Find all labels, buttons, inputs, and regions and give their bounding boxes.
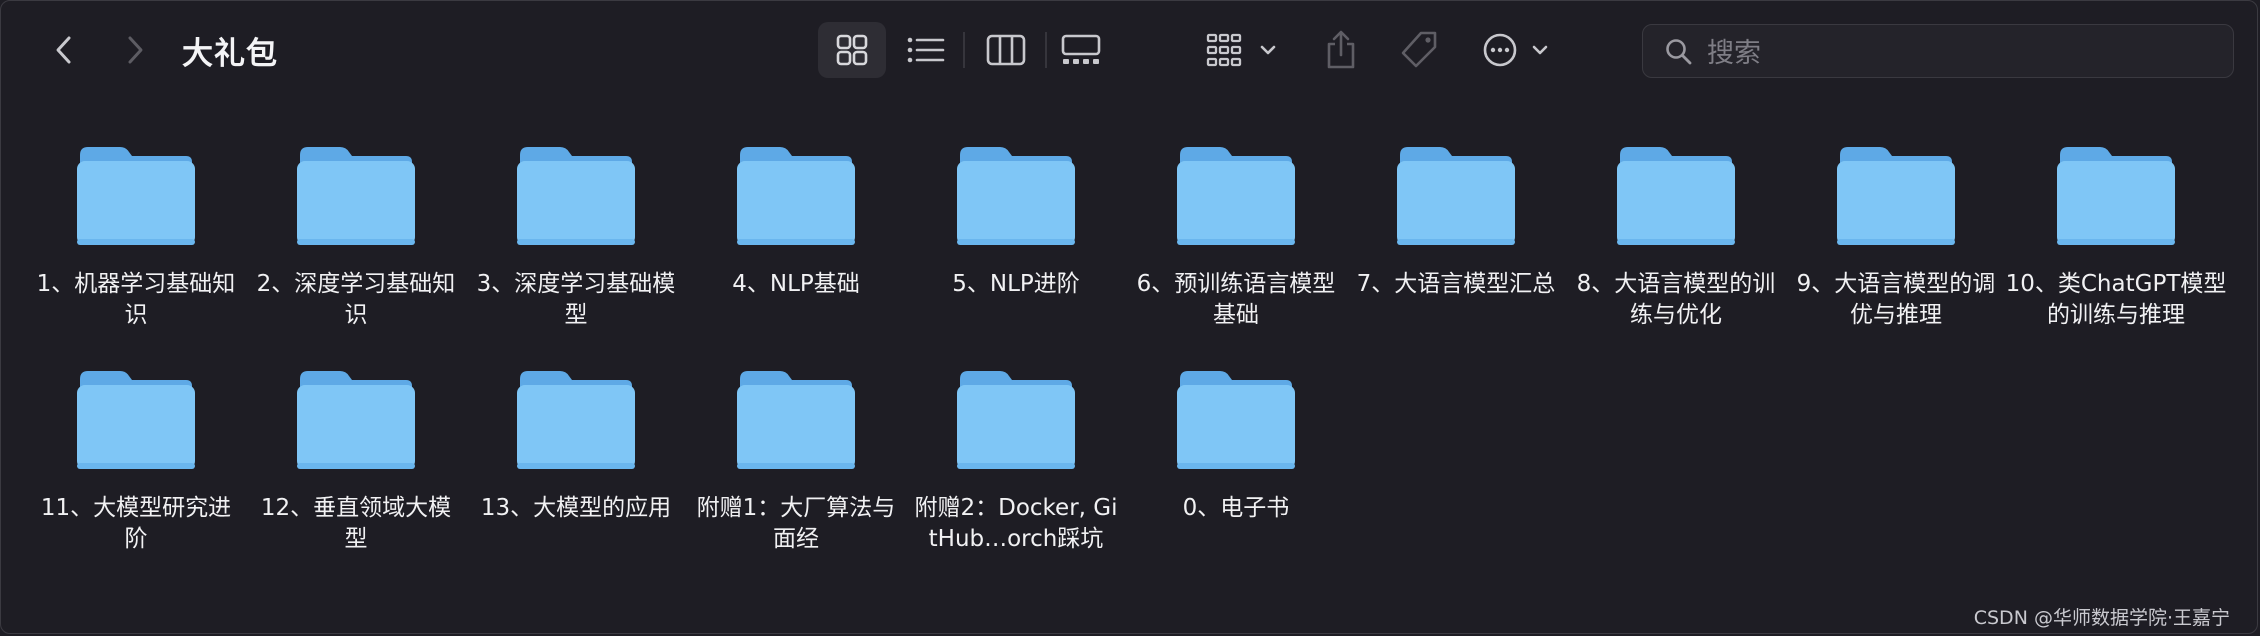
list-icon bbox=[907, 37, 945, 63]
folder-label: 7、大语言模型汇总 bbox=[1356, 271, 1556, 297]
folder-label: 0、电子书 bbox=[1182, 495, 1290, 521]
list-view-button[interactable] bbox=[900, 22, 952, 78]
search-icon bbox=[1666, 39, 1692, 65]
folder-label: 附赠2：Docker, GitHub…orch踩坑 bbox=[914, 495, 1118, 552]
back-button[interactable] bbox=[44, 30, 84, 70]
group-button[interactable] bbox=[1206, 22, 1282, 78]
folder-label: 4、NLP基础 bbox=[732, 271, 860, 297]
folder-icon bbox=[1177, 147, 1295, 245]
chevron-down-icon bbox=[1260, 45, 1276, 55]
folder-item[interactable]: 4、NLP基础 bbox=[691, 143, 901, 300]
folder-icon bbox=[957, 147, 1075, 245]
folder-icon bbox=[1617, 147, 1735, 245]
window-title: 大礼包 bbox=[182, 36, 278, 72]
folder-icon bbox=[957, 371, 1075, 469]
folder-label: 8、大语言模型的训练与优化 bbox=[1576, 271, 1776, 328]
share-icon bbox=[1327, 30, 1355, 69]
folder-item[interactable]: 7、大语言模型汇总 bbox=[1351, 143, 1561, 300]
folder-label: 12、垂直领域大模型 bbox=[260, 495, 452, 552]
folder-icon bbox=[517, 147, 635, 245]
folder-label: 6、预训练语言模型基础 bbox=[1136, 271, 1336, 328]
folder-label: 9、大语言模型的调优与推理 bbox=[1796, 271, 1996, 328]
folder-icon bbox=[517, 371, 635, 469]
tag-button[interactable] bbox=[1396, 22, 1442, 78]
folder-item[interactable]: 11、大模型研究进阶 bbox=[31, 367, 241, 555]
folder-item[interactable]: 3、深度学习基础模型 bbox=[471, 143, 681, 331]
folder-item[interactable]: 5、NLP进阶 bbox=[911, 143, 1121, 300]
folder-item[interactable]: 9、大语言模型的调优与推理 bbox=[1791, 143, 2001, 331]
folder-label: 10、类ChatGPT模型的训练与推理 bbox=[2005, 271, 2227, 328]
folder-icon bbox=[297, 147, 415, 245]
folder-item[interactable]: 10、类ChatGPT模型的训练与推理 bbox=[2005, 143, 2227, 331]
folder-icon bbox=[2057, 147, 2175, 245]
group-grid-icon bbox=[1206, 33, 1276, 67]
folder-label: 11、大模型研究进阶 bbox=[40, 495, 232, 552]
folder-label: 5、NLP进阶 bbox=[952, 271, 1080, 297]
folder-label: 13、大模型的应用 bbox=[480, 495, 672, 521]
folder-icon bbox=[77, 371, 195, 469]
gallery-icon bbox=[1061, 34, 1101, 64]
folder-item[interactable]: 0、电子书 bbox=[1131, 367, 1341, 524]
icon-view-button[interactable] bbox=[818, 22, 886, 78]
folder-item[interactable]: 1、机器学习基础知识 bbox=[31, 143, 241, 331]
forward-button[interactable] bbox=[115, 30, 155, 70]
folder-label: 附赠1：大厂算法与面经 bbox=[696, 495, 896, 552]
folder-icon bbox=[737, 371, 855, 469]
folder-icon bbox=[1177, 371, 1295, 469]
folder-icon bbox=[1397, 147, 1515, 245]
watermark: CSDN @华师数据学院·王嘉宁 bbox=[1973, 607, 2230, 629]
folder-item[interactable]: 6、预训练语言模型基础 bbox=[1131, 143, 1341, 331]
folder-item[interactable]: 附赠1：大厂算法与面经 bbox=[691, 367, 901, 555]
folder-label: 2、深度学习基础知识 bbox=[256, 271, 456, 328]
search-input[interactable] bbox=[1705, 33, 2209, 73]
columns-icon bbox=[986, 34, 1026, 66]
chevron-left-icon bbox=[56, 36, 71, 64]
gallery-view-button[interactable] bbox=[1058, 22, 1104, 78]
folder-item[interactable]: 附赠2：Docker, GitHub…orch踩坑 bbox=[911, 367, 1121, 555]
search-field[interactable] bbox=[1642, 24, 2234, 78]
folder-icon bbox=[77, 147, 195, 245]
toolbar: 大礼包 bbox=[0, 0, 2260, 100]
folder-icon bbox=[737, 147, 855, 245]
share-button[interactable] bbox=[1318, 22, 1364, 78]
toolbar-separator bbox=[1045, 32, 1047, 68]
folder-item[interactable]: 13、大模型的应用 bbox=[471, 367, 681, 524]
chevron-right-icon bbox=[128, 36, 143, 64]
column-view-button[interactable] bbox=[980, 22, 1032, 78]
folder-label: 1、机器学习基础知识 bbox=[36, 271, 236, 328]
folder-icon bbox=[297, 371, 415, 469]
ellipsis-circle-icon bbox=[1483, 33, 1548, 67]
toolbar-separator bbox=[963, 32, 965, 68]
folder-label: 3、深度学习基础模型 bbox=[476, 271, 676, 328]
folder-item[interactable]: 2、深度学习基础知识 bbox=[251, 143, 461, 331]
more-actions-button[interactable] bbox=[1482, 22, 1554, 78]
folder-item[interactable]: 8、大语言模型的训练与优化 bbox=[1571, 143, 1781, 331]
grid-icon bbox=[836, 34, 868, 66]
folder-icon bbox=[1837, 147, 1955, 245]
folder-item[interactable]: 12、垂直领域大模型 bbox=[251, 367, 461, 555]
tag-icon bbox=[1401, 31, 1437, 68]
